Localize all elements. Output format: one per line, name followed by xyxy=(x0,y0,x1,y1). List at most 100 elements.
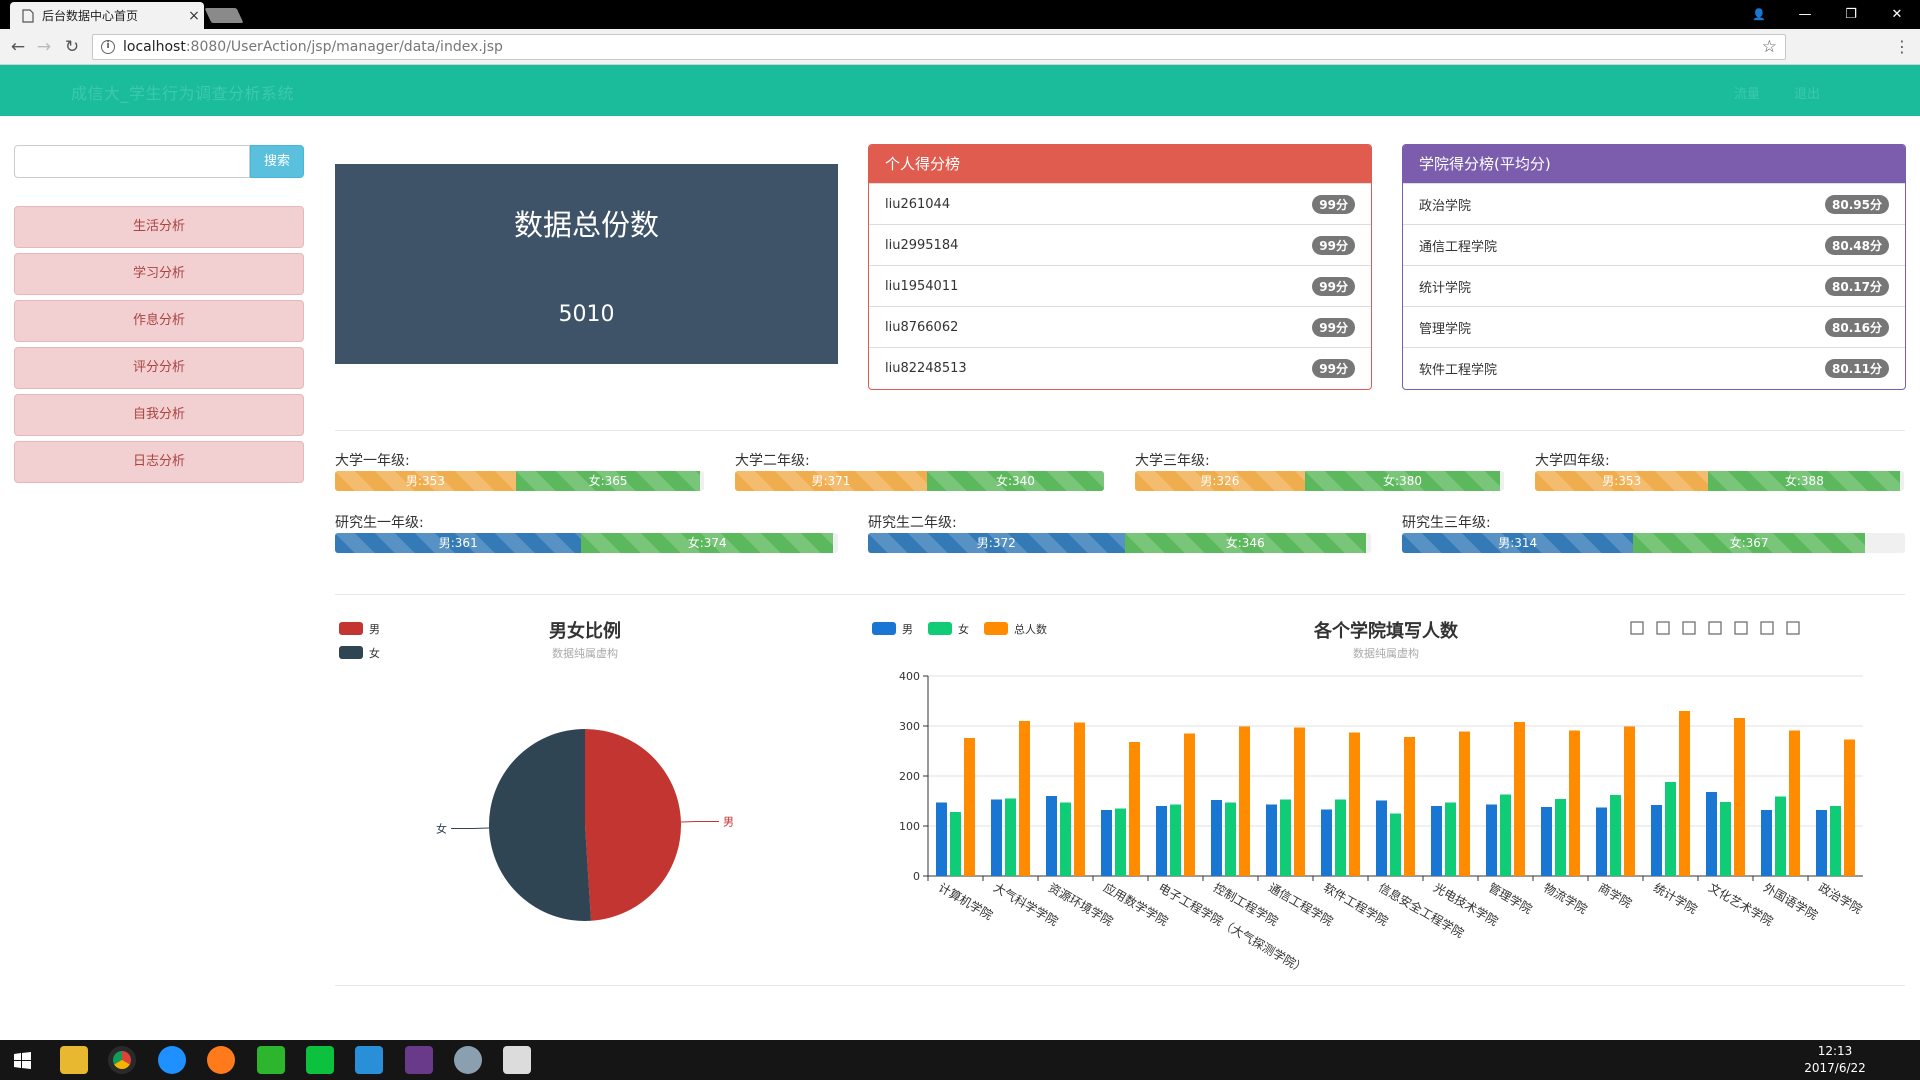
wechat-icon[interactable] xyxy=(306,1046,334,1074)
x-tick-label: 计算机学院 xyxy=(936,880,995,923)
windows-start-icon[interactable] xyxy=(14,1052,31,1069)
tab-close-icon[interactable]: × xyxy=(184,8,204,24)
bar xyxy=(1624,726,1635,876)
bar xyxy=(1046,796,1057,876)
save-image-icon[interactable] xyxy=(1786,621,1800,635)
sidebar-item-self[interactable]: 自我分析 xyxy=(14,394,304,436)
female-segment: 女:346 xyxy=(1124,533,1366,553)
reload-icon[interactable]: ↻ xyxy=(62,37,82,57)
bar xyxy=(1390,813,1401,876)
total-count-title: 数据总份数 xyxy=(513,208,659,242)
bar-chart-icon[interactable] xyxy=(1734,621,1748,635)
legend-swatch xyxy=(928,622,952,635)
score-badge: 99分 xyxy=(1312,317,1355,337)
pie-label: 男 xyxy=(723,815,734,828)
bar xyxy=(1651,805,1662,876)
college-rank-panel: 学院得分榜(平均分) 政治学院 80.95分 通信工程学院 80.48分 统计学院 8… xyxy=(1402,144,1906,390)
x-tick-label: 统计学院 xyxy=(1651,880,1700,917)
bar xyxy=(1225,802,1236,876)
nav-home-link[interactable]: 流量 xyxy=(1734,83,1760,102)
chrome-icon[interactable] xyxy=(108,1046,136,1074)
url-text: localhost:8080/UserAction/jsp/manager/da… xyxy=(123,39,503,55)
bar xyxy=(1335,799,1346,876)
college-rank-title: 学院得分榜(平均分) xyxy=(1403,145,1905,183)
total-count-panel: 数据总份数 5010 xyxy=(335,164,838,364)
nav-logout-link[interactable]: 退出 xyxy=(1794,83,1820,102)
divider xyxy=(335,594,1905,595)
chart-subtitle: 数据纯属虚构 xyxy=(1353,646,1419,660)
iqiyi-icon[interactable] xyxy=(257,1046,285,1074)
address-bar[interactable]: i localhost:8080/UserAction/jsp/manager/… xyxy=(92,34,1786,60)
y-tick-label: 200 xyxy=(899,770,920,783)
sidebar-item-score[interactable]: 评分分析 xyxy=(14,347,304,389)
bar xyxy=(1706,792,1717,876)
back-arrow-icon[interactable]: ← xyxy=(8,37,28,57)
score-badge: 80.16分 xyxy=(1825,317,1889,337)
grade-bar: 大学三年级: 男:326 女:380 xyxy=(1135,451,1504,491)
data-view-icon[interactable] xyxy=(1682,621,1696,635)
bar xyxy=(1184,733,1195,876)
line-chart-icon[interactable] xyxy=(1708,621,1722,635)
bar xyxy=(1156,806,1167,876)
forward-arrow-icon[interactable]: → xyxy=(34,37,54,57)
sidebar-item-study[interactable]: 学习分析 xyxy=(14,253,304,295)
sidebar-item-life[interactable]: 生活分析 xyxy=(14,206,304,248)
file-explorer-icon[interactable] xyxy=(60,1046,88,1074)
restore-icon[interactable] xyxy=(1760,621,1774,635)
search-button[interactable]: 搜索 xyxy=(250,145,304,178)
score-badge: 80.17分 xyxy=(1825,276,1889,296)
zoom-icon[interactable] xyxy=(1630,621,1644,635)
female-segment: 女:374 xyxy=(581,533,833,553)
bar xyxy=(1514,722,1525,876)
list-item: liu8766062 99分 xyxy=(869,306,1371,347)
feather-app-icon[interactable] xyxy=(355,1046,383,1074)
list-item: 通信工程学院 80.48分 xyxy=(1403,224,1905,265)
pie-label-line xyxy=(680,820,719,823)
bar xyxy=(1129,742,1140,876)
browser-tab[interactable]: 后台数据中心首页 × xyxy=(10,2,204,29)
app-brand[interactable]: 成信大_学生行为调查分析系统 xyxy=(71,80,294,104)
bar xyxy=(1431,806,1442,876)
firefox-icon[interactable] xyxy=(207,1046,235,1074)
menu-kebab-icon[interactable]: ⋮ xyxy=(1894,37,1910,56)
sidebar-item-schedule[interactable]: 作息分析 xyxy=(14,300,304,342)
new-tab-button[interactable] xyxy=(204,8,244,23)
info-icon[interactable]: i xyxy=(101,40,115,54)
search-input[interactable] xyxy=(14,145,250,178)
game-app-icon[interactable] xyxy=(405,1046,433,1074)
clock[interactable]: 12:13 2017/6/22 xyxy=(1800,1043,1870,1077)
bar xyxy=(1101,810,1112,876)
score-badge: 99分 xyxy=(1312,276,1355,296)
minimize-icon[interactable]: — xyxy=(1782,7,1828,22)
female-segment: 女:367 xyxy=(1633,533,1865,553)
sogou-icon[interactable] xyxy=(158,1046,186,1074)
total-count-value: 5010 xyxy=(558,302,615,327)
bar xyxy=(1816,810,1827,876)
bar xyxy=(950,812,961,876)
bar xyxy=(1115,808,1126,876)
tool-app-icon[interactable] xyxy=(454,1046,482,1074)
grade-bar: 研究生三年级: 男:314 女:367 xyxy=(1402,513,1905,553)
x-tick-label: 政治学院 xyxy=(1816,880,1865,917)
browser-tab-strip: 后台数据中心首页 × 👤 — ❐ ✕ xyxy=(0,0,1920,29)
window-controls: 👤 — ❐ ✕ xyxy=(1736,0,1920,29)
x-tick-label: 物流学院 xyxy=(1541,880,1590,917)
bookmark-star-icon[interactable]: ☆ xyxy=(1762,37,1777,57)
app-header: 成信大_学生行为调查分析系统 流量 退出 xyxy=(0,65,1920,116)
browser-toolbar: ← → ↻ i localhost:8080/UserAction/jsp/ma… xyxy=(0,29,1920,65)
list-item: liu261044 99分 xyxy=(869,183,1371,224)
y-tick-label: 0 xyxy=(913,870,920,883)
bar xyxy=(1830,806,1841,876)
bar xyxy=(1555,799,1566,876)
close-window-icon[interactable]: ✕ xyxy=(1874,7,1920,22)
bar xyxy=(1775,796,1786,876)
photos-icon[interactable] xyxy=(503,1046,531,1074)
female-segment: 女:380 xyxy=(1304,471,1501,491)
user-icon[interactable]: 👤 xyxy=(1736,8,1782,21)
bar xyxy=(1734,718,1745,876)
sidebar-item-log[interactable]: 日志分析 xyxy=(14,441,304,483)
maximize-icon[interactable]: ❐ xyxy=(1828,7,1874,22)
personal-rank-panel: 个人得分榜 liu261044 99分 liu2995184 99分 liu1954… xyxy=(868,144,1372,390)
zoom-reset-icon[interactable] xyxy=(1656,621,1670,635)
bar xyxy=(1376,800,1387,876)
